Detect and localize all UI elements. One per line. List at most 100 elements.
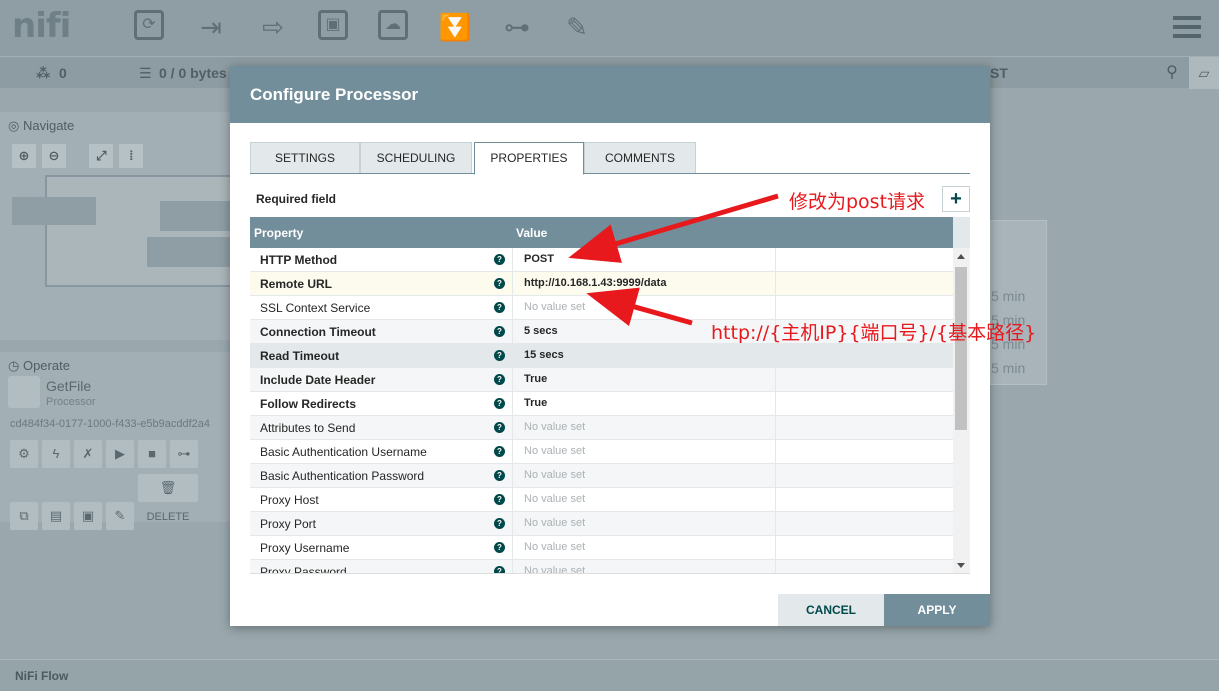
label-icon[interactable]: ✎ [560,10,594,44]
tab-properties[interactable]: PROPERTIES [474,142,584,175]
group-icon[interactable]: ▣ [74,502,102,530]
required-field-label: Required field [256,192,337,206]
fit-icon[interactable]: ⤢ [89,144,114,168]
table-row[interactable]: Follow Redirects? True [250,392,953,416]
search-icon[interactable]: ⚲ [1157,57,1187,89]
bulletin-icon[interactable]: ▱ [1189,57,1219,89]
queued-count: 0 / 0 bytes [159,65,227,81]
property-value[interactable]: No value set [512,464,776,487]
operate-panel: ◷ Operate GetFile Processor cd484f34-017… [0,352,232,530]
property-value[interactable]: No value set [512,296,776,319]
funnel-icon[interactable]: ⏬ [438,10,472,44]
component-type: Processor [46,396,96,408]
property-value[interactable]: No value set [512,440,776,463]
table-row[interactable]: Basic Authentication Username? No value s… [250,440,953,464]
table-row[interactable]: Include Date Header? True [250,368,953,392]
delete-button[interactable]: 🗑 DELETE [138,474,198,523]
navigate-panel: ◎ Navigate ⊕ ⊖ ⤢ ⁞ [0,112,234,340]
zoom-out-icon[interactable]: ⊖ [42,144,66,168]
breadcrumb[interactable]: NiFi Flow [15,669,68,683]
actual-size-icon[interactable]: ⁞ [119,144,144,168]
help-icon[interactable]: ? [494,566,505,573]
table-row[interactable]: Read Timeout? 15 secs [250,344,953,368]
stop-icon[interactable]: ■ [138,440,166,468]
remote-process-group-icon[interactable]: ☁ [378,10,408,40]
tab-comments[interactable]: COMMENTS [584,142,696,173]
property-value[interactable]: True [512,392,776,415]
scroll-up-icon[interactable] [957,254,965,259]
tab-settings[interactable]: SETTINGS [250,142,360,173]
property-name: Follow Redirects [260,397,357,411]
column-header-value[interactable]: Value [516,226,547,240]
property-value[interactable]: 15 secs [512,344,776,367]
property-name: Remote URL [260,277,333,291]
enable-icon[interactable]: ϟ [42,440,70,468]
scroll-down-icon[interactable] [957,563,965,568]
property-value[interactable]: No value set [512,512,776,535]
birdseye-view[interactable] [12,175,234,287]
start-icon[interactable]: ▶ [106,440,134,468]
help-icon[interactable]: ? [494,374,505,385]
help-icon[interactable]: ? [494,326,505,337]
table-row[interactable]: Basic Authentication Password? No value s… [250,464,953,488]
help-icon[interactable]: ? [494,446,505,457]
property-name: Read Timeout [260,349,340,363]
scroll-thumb[interactable] [955,267,967,430]
color-icon[interactable]: ✎ [106,502,134,530]
property-value[interactable]: True [512,368,776,391]
help-icon[interactable]: ? [494,254,505,265]
property-name: Include Date Header [260,373,376,387]
apply-button[interactable]: APPLY [884,594,990,626]
property-value[interactable]: http://10.168.1.43:9999/data [512,272,776,295]
canvas-stat: 5 min [991,288,1026,304]
column-header-property[interactable]: Property [254,226,303,240]
help-icon[interactable]: ? [494,422,505,433]
add-property-button[interactable]: + [942,186,970,212]
template-icon[interactable]: ⊶ [500,10,534,44]
help-icon[interactable]: ? [494,542,505,553]
table-row[interactable]: Proxy Host? No value set [250,488,953,512]
process-group-icon[interactable]: ▣ [318,10,348,40]
table-row[interactable]: HTTP Method? POST [250,248,953,272]
cancel-button[interactable]: CANCEL [778,594,884,626]
property-value[interactable]: POST [512,248,776,271]
help-icon[interactable]: ? [494,398,505,409]
delete-label: DELETE [146,511,190,523]
table-row[interactable]: Attributes to Send? No value set [250,416,953,440]
input-port-icon[interactable]: ⇥ [194,10,228,44]
tab-scheduling[interactable]: SCHEDULING [360,142,472,173]
property-value[interactable]: No value set [512,536,776,559]
configure-icon[interactable]: ⚙ [10,440,38,468]
operate-buttons-row2: ⧉ ▤ ▣ ✎🗑 DELETE [10,474,202,530]
help-icon[interactable]: ? [494,350,505,361]
breadcrumb-bar: NiFi Flow [0,659,1219,691]
canvas-processor-card[interactable]: 5 min 5 min 5 min 5 min [990,220,1047,385]
help-icon[interactable]: ? [494,302,505,313]
property-value[interactable]: No value set [512,488,776,511]
copy-icon[interactable]: ⧉ [10,502,38,530]
table-row[interactable]: SSL Context Service? No value set [250,296,953,320]
dialog-header: Configure Processor [230,66,990,123]
processor-icon[interactable]: ⟳ [134,10,164,40]
table-row[interactable]: Remote URL? http://10.168.1.43:9999/data [250,272,953,296]
top-toolbar: nifi ⟳ ⇥ ⇨ ▣ ☁ ⏬ ⊶ ✎ [0,0,1219,56]
property-value[interactable]: No value set [512,416,776,439]
paste-icon[interactable]: ▤ [42,502,70,530]
help-icon[interactable]: ? [494,470,505,481]
table-header: Property Value [250,217,953,248]
property-value[interactable]: No value set [512,560,776,573]
disable-icon[interactable]: ✗ [74,440,102,468]
help-icon[interactable]: ? [494,518,505,529]
table-row[interactable]: Proxy Port? No value set [250,512,953,536]
help-icon[interactable]: ? [494,494,505,505]
global-menu-icon[interactable] [1173,16,1201,43]
create-template-icon[interactable]: ⊶ [170,440,198,468]
help-icon[interactable]: ? [494,278,505,289]
properties-table: Property Value HTTP Method? POST Remote UR… [250,217,970,574]
property-name: Connection Timeout [260,325,376,339]
output-port-icon[interactable]: ⇨ [256,10,290,44]
table-row[interactable]: Proxy Username? No value set [250,536,953,560]
table-row[interactable]: Proxy Password? No value set [250,560,953,573]
table-scrollbar[interactable] [953,248,970,573]
zoom-in-icon[interactable]: ⊕ [12,144,36,168]
